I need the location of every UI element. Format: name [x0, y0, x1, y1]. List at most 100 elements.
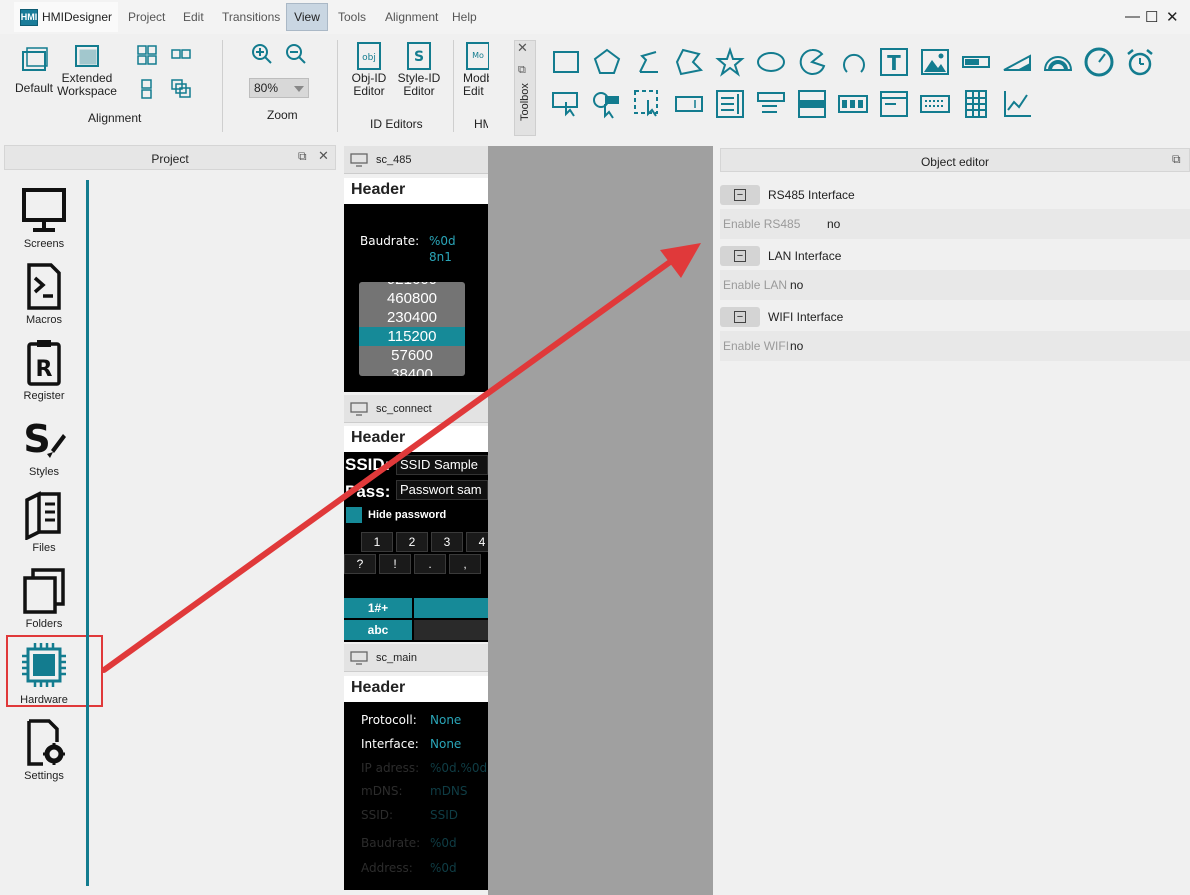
- cascade-icon[interactable]: [170, 78, 192, 100]
- key-button[interactable]: 2: [396, 532, 428, 552]
- image-tool-icon[interactable]: [919, 46, 951, 78]
- baud-rate-list[interactable]: 921600 460800 230400 115200 57600 38400 …: [359, 282, 465, 376]
- screen-preview-sc-main[interactable]: Protocoll: None Interface: None IP adres…: [344, 702, 488, 890]
- numpad-tool-icon[interactable]: [837, 88, 869, 120]
- arc-tool-icon[interactable]: [837, 46, 869, 78]
- nav-screens[interactable]: Screens: [14, 186, 74, 250]
- key-button[interactable]: 4: [466, 532, 488, 552]
- grid-2-vertical-icon[interactable]: [139, 78, 155, 100]
- text-tool-icon[interactable]: T: [878, 46, 910, 78]
- zoom-select[interactable]: 80%: [249, 78, 309, 98]
- screen-tab-sc-485[interactable]: sc_485: [344, 146, 488, 174]
- enable-wifi-row[interactable]: Enable WIFI no: [720, 331, 1190, 361]
- nav-styles[interactable]: S Styles: [14, 414, 74, 478]
- app-logo[interactable]: HMI HMIDesigner: [20, 7, 112, 27]
- object-editor-float-icon[interactable]: ⧉: [1172, 152, 1181, 167]
- menu-view[interactable]: View: [286, 3, 328, 31]
- pie-tool-icon[interactable]: [796, 46, 828, 78]
- screen-preview-sc-485[interactable]: Baudrate: %0d 8n1 921600 460800 230400 1…: [344, 204, 488, 392]
- nav-folders[interactable]: Folders: [14, 566, 74, 630]
- window-tool-icon[interactable]: [878, 88, 910, 120]
- menu-project[interactable]: Project: [128, 10, 165, 24]
- ssid-input[interactable]: SSID Sample: [396, 455, 488, 475]
- minimize-icon[interactable]: —: [1125, 8, 1140, 25]
- maximize-icon[interactable]: ☐: [1145, 8, 1158, 26]
- zoom-in-icon[interactable]: [250, 42, 274, 66]
- key-button[interactable]: 1: [361, 532, 393, 552]
- list-tool-icon[interactable]: [796, 88, 828, 120]
- text-area-tool-icon[interactable]: [714, 88, 746, 120]
- dropdown-tool-icon[interactable]: [755, 88, 787, 120]
- key-button[interactable]: ?: [344, 554, 376, 574]
- modbus-editor-button[interactable]: Mo Modb Edit: [463, 40, 489, 98]
- key-button[interactable]: ,: [449, 554, 481, 574]
- rs485-group-header[interactable]: − RS485 Interface: [720, 184, 1190, 206]
- toggle-button-tool-icon[interactable]: [591, 88, 623, 120]
- keyboard-tool-icon[interactable]: [919, 88, 951, 120]
- abc-key[interactable]: abc: [344, 620, 412, 640]
- graph-tool-icon[interactable]: [1001, 88, 1033, 120]
- default-layout-button[interactable]: Default: [14, 42, 54, 95]
- nav-macros[interactable]: Macros: [14, 262, 74, 326]
- nav-files[interactable]: Files: [14, 490, 74, 554]
- workspace-canvas[interactable]: [488, 146, 713, 895]
- enable-rs485-row[interactable]: Enable RS485 no: [720, 209, 1190, 239]
- bar-tool-icon[interactable]: [960, 46, 992, 78]
- collapse-button[interactable]: −: [720, 246, 760, 266]
- zoom-out-icon[interactable]: [284, 42, 308, 66]
- alarm-clock-tool-icon[interactable]: [1124, 46, 1156, 78]
- meter-tool-icon[interactable]: [1083, 46, 1115, 78]
- hide-password-checkbox[interactable]: [346, 507, 362, 523]
- field-value[interactable]: no: [827, 217, 840, 231]
- rectangle-tool-icon[interactable]: [550, 46, 582, 78]
- extended-workspace-button[interactable]: Extended Workspace: [57, 42, 117, 98]
- screen-preview-sc-connect[interactable]: SSID: SSID Sample Pass: Passwort sam Hid…: [344, 452, 488, 642]
- space-key[interactable]: [414, 598, 488, 618]
- obj-id-editor-button[interactable]: obj Obj-ID Editor: [349, 40, 389, 98]
- nav-register[interactable]: R Register: [14, 338, 74, 402]
- wifi-group-header[interactable]: − WIFI Interface: [720, 306, 1190, 328]
- touch-area-tool-icon[interactable]: [632, 88, 664, 120]
- field-value[interactable]: no: [790, 339, 803, 353]
- polygon-tool-icon[interactable]: [673, 46, 705, 78]
- menu-help[interactable]: Help: [452, 10, 477, 24]
- toolbox-float-icon[interactable]: ⧉: [518, 64, 526, 77]
- enable-lan-row[interactable]: Enable LAN no: [720, 270, 1190, 300]
- key-button[interactable]: !: [379, 554, 411, 574]
- star-tool-icon[interactable]: [714, 46, 746, 78]
- key-button[interactable]: 3: [431, 532, 463, 552]
- slider-tool-icon[interactable]: [1001, 46, 1033, 78]
- menu-transitions[interactable]: Transitions: [222, 10, 280, 24]
- grid-4-icon[interactable]: [136, 44, 158, 66]
- key-button[interactable]: .: [414, 554, 446, 574]
- field-value[interactable]: no: [790, 278, 803, 292]
- symbols-key[interactable]: 1#+: [344, 598, 412, 618]
- panel-close-icon[interactable]: ✕: [318, 148, 329, 164]
- polyline-tool-icon[interactable]: [632, 46, 664, 78]
- grid-2-horizontal-icon[interactable]: [170, 46, 192, 62]
- nav-settings[interactable]: Settings: [14, 718, 74, 782]
- lan-group-header[interactable]: − LAN Interface: [720, 245, 1190, 267]
- input-field-tool-icon[interactable]: [673, 88, 705, 120]
- pentagon-tool-icon[interactable]: [591, 46, 623, 78]
- menu-tools[interactable]: Tools: [338, 10, 366, 24]
- app-logo-icon: HMI: [20, 8, 38, 26]
- menu-alignment[interactable]: Alignment: [385, 10, 438, 24]
- gauge-tool-icon[interactable]: [1042, 46, 1074, 78]
- baud-format: 8n1: [429, 250, 452, 264]
- pass-input[interactable]: Passwort sam: [396, 480, 488, 500]
- ellipse-tool-icon[interactable]: [755, 46, 787, 78]
- collapse-button[interactable]: −: [720, 185, 760, 205]
- table-tool-icon[interactable]: [960, 88, 992, 120]
- panel-float-icon[interactable]: ⧉: [298, 149, 307, 164]
- menu-edit[interactable]: Edit: [183, 10, 204, 24]
- toolbox-close-icon[interactable]: ✕: [517, 40, 528, 56]
- screen-tab-sc-main[interactable]: sc_main: [344, 644, 488, 672]
- collapse-button[interactable]: −: [720, 307, 760, 327]
- screen-tab-sc-connect[interactable]: sc_connect: [344, 395, 488, 423]
- zoom-value: 80%: [254, 81, 279, 95]
- style-id-editor-button[interactable]: S Style-ID Editor: [396, 40, 442, 98]
- button-tool-icon[interactable]: [550, 88, 582, 120]
- enter-key[interactable]: [414, 620, 488, 640]
- close-icon[interactable]: ✕: [1166, 8, 1179, 26]
